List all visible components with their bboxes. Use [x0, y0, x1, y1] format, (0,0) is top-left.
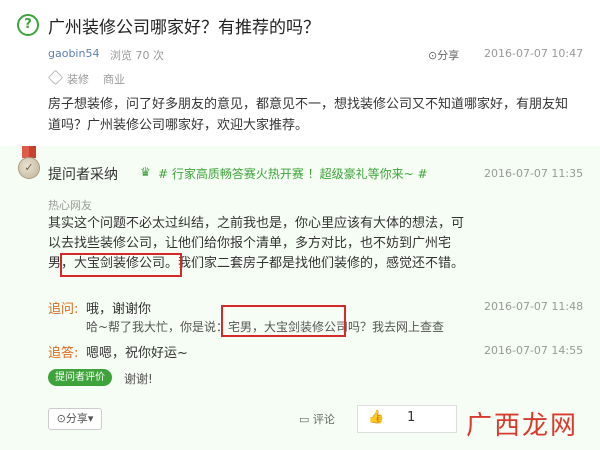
- tag-icon: [47, 69, 64, 86]
- comment-button[interactable]: ▭ 评论: [299, 411, 335, 427]
- question-author[interactable]: gaobin54: [48, 47, 99, 60]
- followup-answer-label: 追答:: [48, 346, 79, 361]
- share-link-top[interactable]: ⊙分享: [428, 47, 459, 63]
- followup-question-date: 2016-07-07 11:48: [484, 300, 584, 313]
- rating-text: 谢谢!: [124, 372, 153, 386]
- rating-button[interactable]: 提问者评价: [48, 369, 112, 386]
- share-icon: ⊙: [56, 412, 66, 425]
- followup-question-text: 哦，谢谢你: [86, 302, 152, 317]
- question-circle-icon: ?: [17, 14, 39, 36]
- thumbs-up-icon: 👍: [368, 410, 385, 425]
- comment-icon: ▭: [299, 413, 310, 426]
- followup-answer-date: 2016-07-07 14:55: [484, 344, 584, 357]
- answer-author: 热心网友: [48, 199, 92, 212]
- question-date: 2016-07-07 10:47: [484, 47, 584, 60]
- share-icon: ⊙: [428, 49, 438, 62]
- answer-date: 2016-07-07 11:35: [484, 167, 584, 180]
- tag-decoration[interactable]: 装修: [67, 71, 89, 87]
- like-count: 1: [407, 410, 416, 425]
- followup-question-label: 追问:: [48, 302, 79, 317]
- question-body: 房子想装修，问了好多朋友的意见，都意见不一，想找装修公司又不知道哪家好，有朋友知…: [48, 97, 569, 133]
- highlight-box-2: [221, 305, 346, 337]
- followup-answer-text: 嗯嗯，祝你好运~: [86, 346, 188, 361]
- watermark-text: 广西龙网: [466, 411, 579, 441]
- trophy-icon: ♛: [140, 165, 151, 179]
- highlight-box: [60, 253, 182, 277]
- medal-symbol: ✓: [24, 161, 34, 174]
- view-count: 浏览 70 次: [110, 49, 164, 62]
- share-button[interactable]: ⊙分享▾: [48, 408, 102, 430]
- promo-link[interactable]: # 行家高质畅答赛火热开赛 ！超级豪礼等你来~ #: [158, 165, 428, 182]
- accepted-label: 提问者采纳: [48, 167, 118, 183]
- question-title: 广州装修公司哪家好？有推荐的吗？: [48, 18, 320, 38]
- tag-business[interactable]: 商业: [103, 71, 125, 87]
